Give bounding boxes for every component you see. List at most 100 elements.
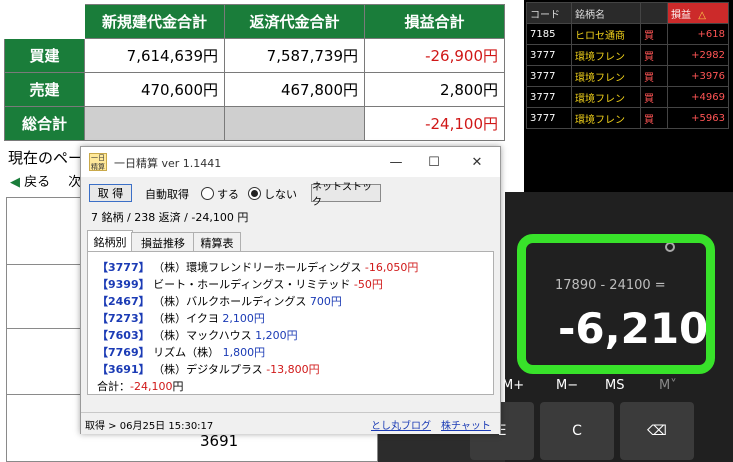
backspace-button[interactable]: ⌫ bbox=[620, 402, 694, 460]
tab-settlement-table[interactable]: 精算表 bbox=[193, 232, 241, 252]
pl-cell: -24,100円 bbox=[364, 106, 505, 141]
stock-pl: -16,050円 bbox=[364, 261, 419, 274]
page-label: 現在のペー bbox=[8, 149, 84, 167]
stock-name: （株）イクヨ bbox=[153, 312, 219, 325]
col-header-close-total: 返済代金合計 bbox=[224, 4, 365, 39]
stock-code-link[interactable]: 【3777】 bbox=[97, 261, 150, 274]
stock-chat-link[interactable]: 株チャット bbox=[441, 417, 491, 432]
memory-store-button[interactable]: MS bbox=[605, 378, 624, 393]
ticker-code: 3777 bbox=[526, 86, 572, 108]
tab-pl-trend[interactable]: 損益推移 bbox=[131, 232, 195, 252]
ticker-name: ヒロセ通商 bbox=[571, 23, 641, 45]
ticker-side: 買 bbox=[640, 107, 668, 129]
stock-code-link[interactable]: 【9399】 bbox=[97, 278, 150, 291]
stock-code-link[interactable]: 【7273】 bbox=[97, 312, 150, 325]
ticker-row[interactable]: 3777 環境フレン 買 +4969 bbox=[526, 86, 729, 108]
ticker-pl: +5963 bbox=[667, 107, 729, 129]
memory-add-button[interactable]: M+ bbox=[502, 378, 524, 393]
list-total: 合計：-24,100円 bbox=[97, 378, 183, 394]
ticker-name: 環境フレン bbox=[571, 65, 641, 87]
row-label: 売建 bbox=[4, 72, 85, 107]
ticker-code: 3777 bbox=[526, 107, 572, 129]
stock-pl: -13,800円 bbox=[266, 363, 320, 376]
ticker-side: 買 bbox=[640, 44, 668, 66]
stock-pl: 1,800円 bbox=[222, 346, 266, 359]
ticker-pl: +3976 bbox=[667, 65, 729, 87]
status-bar: 取得 > 06月25日 15:30:17 とし丸ブログ 株チャット bbox=[81, 412, 500, 434]
window-titlebar[interactable]: 一日 精算 一日精算 ver 1.1441 — ☐ ✕ bbox=[81, 147, 500, 177]
total-label: 合計： bbox=[97, 380, 130, 393]
maximize-button[interactable]: ☐ bbox=[419, 151, 449, 173]
ticker-header-side[interactable] bbox=[640, 2, 668, 24]
list-item[interactable]: 【7769】 リズム（株） 1,800円 bbox=[97, 344, 265, 360]
close-total-cell: 467,800円 bbox=[224, 72, 365, 107]
stock-code-link[interactable]: 【3691】 bbox=[97, 363, 150, 376]
row-label: 買建 bbox=[4, 38, 85, 73]
list-item[interactable]: 【7603】 （株）マックハウス 1,200円 bbox=[97, 327, 298, 343]
ticker-side: 買 bbox=[640, 65, 668, 87]
bottom-code: 3691 bbox=[200, 432, 239, 450]
stock-name: （株）デジタルプラス bbox=[153, 363, 263, 376]
list-item[interactable]: 【2467】 （株）バルクホールディングス 700円 bbox=[97, 293, 342, 309]
ticker-side: 買 bbox=[640, 23, 668, 45]
list-item[interactable]: 【7273】 （株）イクヨ 2,100円 bbox=[97, 310, 265, 326]
row-label: 総合計 bbox=[4, 106, 85, 141]
fetch-button[interactable]: 取 得 bbox=[89, 184, 132, 202]
memory-subtract-button[interactable]: M− bbox=[556, 378, 578, 393]
ticker-name: 環境フレン bbox=[571, 107, 641, 129]
fetch-status: 取得 > 06月25日 15:30:17 bbox=[85, 421, 214, 432]
stock-name: ビート・ホールディングス・リミテッド bbox=[153, 278, 351, 291]
summary-row-buy: 買建 7,614,639円 7,587,739円 -26,900円 bbox=[4, 38, 505, 73]
close-total-cell: 7,587,739円 bbox=[224, 38, 365, 73]
ticker-header-pl-label: 損益 bbox=[671, 9, 691, 21]
stock-list: 【3777】 （株）環境フレンドリーホールディングス -16,050円 【939… bbox=[87, 251, 494, 395]
ticker-code: 7185 bbox=[526, 23, 572, 45]
auto-fetch-label: 自動取得 bbox=[145, 188, 189, 201]
ticker-row[interactable]: 3777 環境フレン 買 +2982 bbox=[526, 44, 729, 66]
stock-name: （株）環境フレンドリーホールディングス bbox=[153, 261, 362, 274]
summary-table: 新規建代金合計 返済代金合計 損益合計 買建 7,614,639円 7,587,… bbox=[4, 4, 505, 141]
ticker-header-pl[interactable]: 損益 △ bbox=[667, 2, 729, 24]
clear-button[interactable]: C bbox=[540, 402, 614, 460]
ticker-name: 環境フレン bbox=[571, 86, 641, 108]
auto-fetch-on-label: する bbox=[217, 188, 239, 201]
ticker-row[interactable]: 7185 ヒロセ通商 買 +618 bbox=[526, 23, 729, 45]
auto-fetch-off-radio[interactable] bbox=[248, 187, 261, 200]
stock-code-link[interactable]: 【7603】 bbox=[97, 329, 150, 342]
netstock-button[interactable]: ネットストック bbox=[311, 182, 381, 208]
memory-list-button[interactable]: M˅ bbox=[659, 378, 677, 393]
daily-settlement-window: 一日 精算 一日精算 ver 1.1441 — ☐ ✕ 取 得 自動取得 する し… bbox=[80, 146, 501, 434]
ticker-pl: +618 bbox=[667, 23, 729, 45]
list-item[interactable]: 【3691】 （株）デジタルプラス -13,800円 bbox=[97, 361, 320, 377]
back-label: 戻る bbox=[24, 175, 51, 190]
ticker-name: 環境フレン bbox=[571, 44, 641, 66]
col-header-new-total: 新規建代金合計 bbox=[84, 4, 225, 39]
stock-code-link[interactable]: 【2467】 bbox=[97, 295, 150, 308]
ticker-pl: +2982 bbox=[667, 44, 729, 66]
stock-pl: 2,100円 bbox=[222, 312, 265, 325]
back-link[interactable]: ◀ 戻る 次 bbox=[10, 171, 81, 190]
close-button[interactable]: ✕ bbox=[462, 151, 492, 173]
corner-cell bbox=[4, 4, 85, 39]
list-item[interactable]: 【3777】 （株）環境フレンドリーホールディングス -16,050円 bbox=[97, 259, 418, 275]
auto-fetch-on-radio[interactable] bbox=[201, 187, 214, 200]
ticker-row[interactable]: 3777 環境フレン 買 +3976 bbox=[526, 65, 729, 87]
blog-link[interactable]: とし丸ブログ bbox=[371, 417, 431, 432]
ticker-code: 3777 bbox=[526, 44, 572, 66]
stock-code-link[interactable]: 【7769】 bbox=[97, 346, 150, 359]
ticker-code: 3777 bbox=[526, 65, 572, 87]
window-title: 一日精算 ver 1.1441 bbox=[114, 157, 222, 170]
minimize-button[interactable]: — bbox=[381, 151, 411, 173]
ticker-panel: コード 銘柄名 損益 △ 7185 ヒロセ通商 買 +618 3777 環境フレ… bbox=[524, 0, 733, 200]
ticker-header-code[interactable]: コード bbox=[526, 2, 572, 24]
pl-cell: 2,800円 bbox=[364, 72, 505, 107]
list-item[interactable]: 【9399】 ビート・ホールディングス・リミテッド -50円 bbox=[97, 276, 383, 292]
back-arrow-icon: ◀ bbox=[10, 175, 20, 190]
tab-by-stock[interactable]: 銘柄別 bbox=[87, 230, 133, 253]
stock-pl: 700円 bbox=[309, 295, 342, 308]
close-total-cell bbox=[224, 106, 365, 141]
ticker-row[interactable]: 3777 環境フレン 買 +5963 bbox=[526, 107, 729, 129]
total-value: -24,100 bbox=[130, 380, 173, 393]
ticker-header-name[interactable]: 銘柄名 bbox=[571, 2, 641, 24]
app-icon: 一日 精算 bbox=[89, 153, 107, 171]
